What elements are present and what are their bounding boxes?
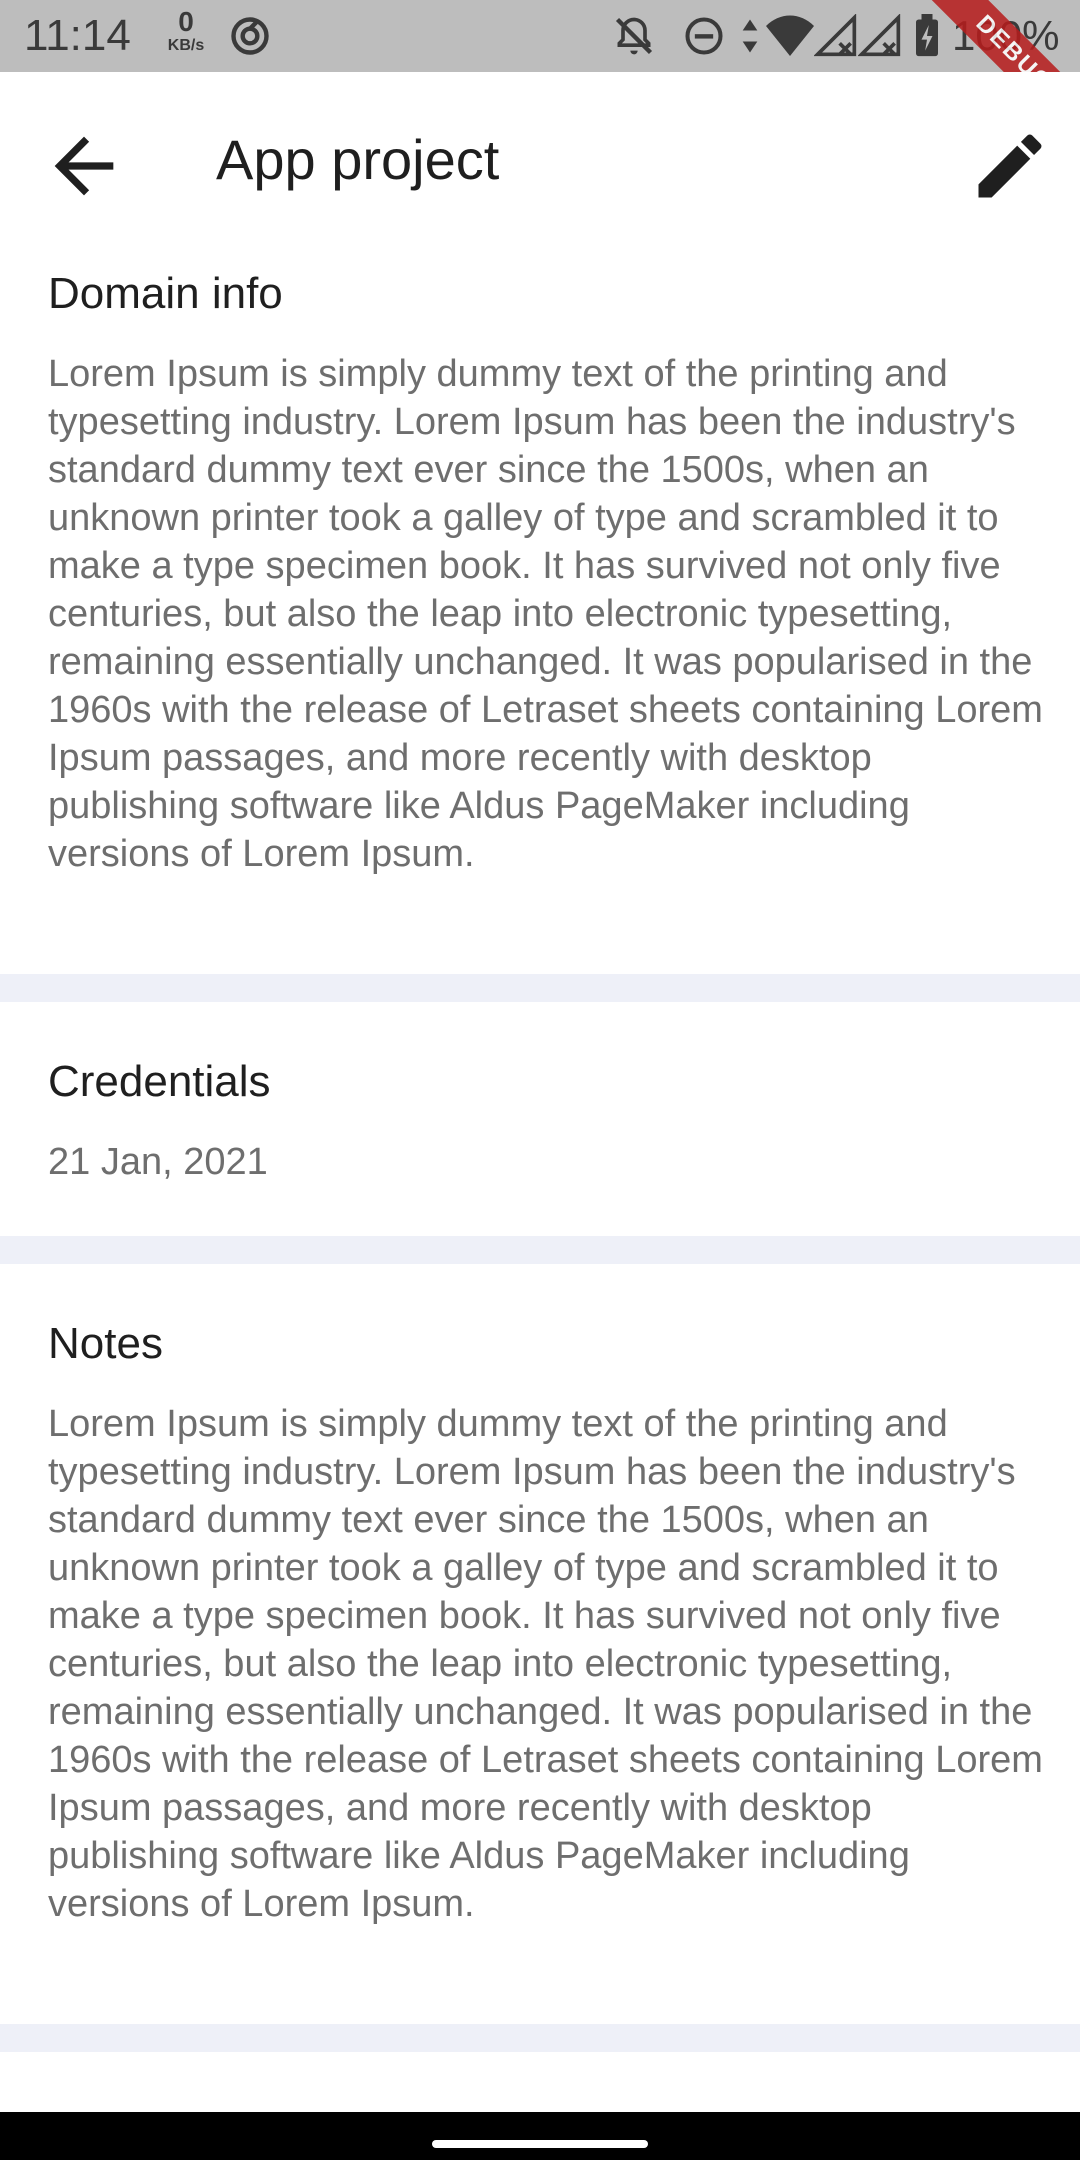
data-arrows-icon: [740, 14, 760, 58]
arrow-back-icon: [40, 122, 128, 210]
battery-icon: [912, 14, 942, 58]
back-button[interactable]: [40, 122, 128, 210]
signal-icon: [858, 14, 902, 58]
data-saver-icon: [228, 14, 272, 58]
wifi-icon: [764, 14, 816, 58]
section-divider: [0, 2024, 1080, 2052]
notifications-off-icon: [612, 14, 656, 58]
signal-icon: [814, 14, 858, 58]
notes-section: Notes Lorem Ipsum is simply dummy text o…: [0, 1264, 1080, 2024]
credentials-date: 21 Jan, 2021: [48, 1141, 268, 1183]
home-gesture-handle[interactable]: [432, 2140, 648, 2148]
section-body: Lorem Ipsum is simply dummy text of the …: [48, 1403, 1043, 1925]
network-speed-value: 0: [178, 6, 194, 37]
edit-button[interactable]: [968, 124, 1052, 208]
status-time: 11:14: [24, 11, 131, 60]
do-not-disturb-icon: [682, 14, 726, 58]
section-divider: [0, 974, 1080, 1002]
section-body: Lorem Ipsum is simply dummy text of the …: [48, 353, 1043, 875]
domain-info-section: Domain info Lorem Ipsum is simply dummy …: [0, 240, 1080, 974]
navigation-bar: [0, 2112, 1080, 2160]
network-speed: 0 KB/s: [160, 8, 212, 56]
pencil-icon: [968, 124, 1052, 208]
app-bar: App project: [0, 72, 1080, 240]
section-title: Domain info: [48, 269, 283, 318]
status-bar: 11:14 0 KB/s 100%: [0, 0, 1080, 72]
section-title: Notes: [48, 1319, 163, 1368]
section-title: Credentials: [48, 1057, 271, 1106]
screen: 11:14 0 KB/s 100% DEBU: [0, 0, 1080, 2160]
credentials-section: Credentials 21 Jan, 2021: [0, 1002, 1080, 1236]
network-speed-unit: KB/s: [167, 37, 205, 54]
section-divider: [0, 1236, 1080, 1264]
page-title: App project: [216, 128, 500, 191]
